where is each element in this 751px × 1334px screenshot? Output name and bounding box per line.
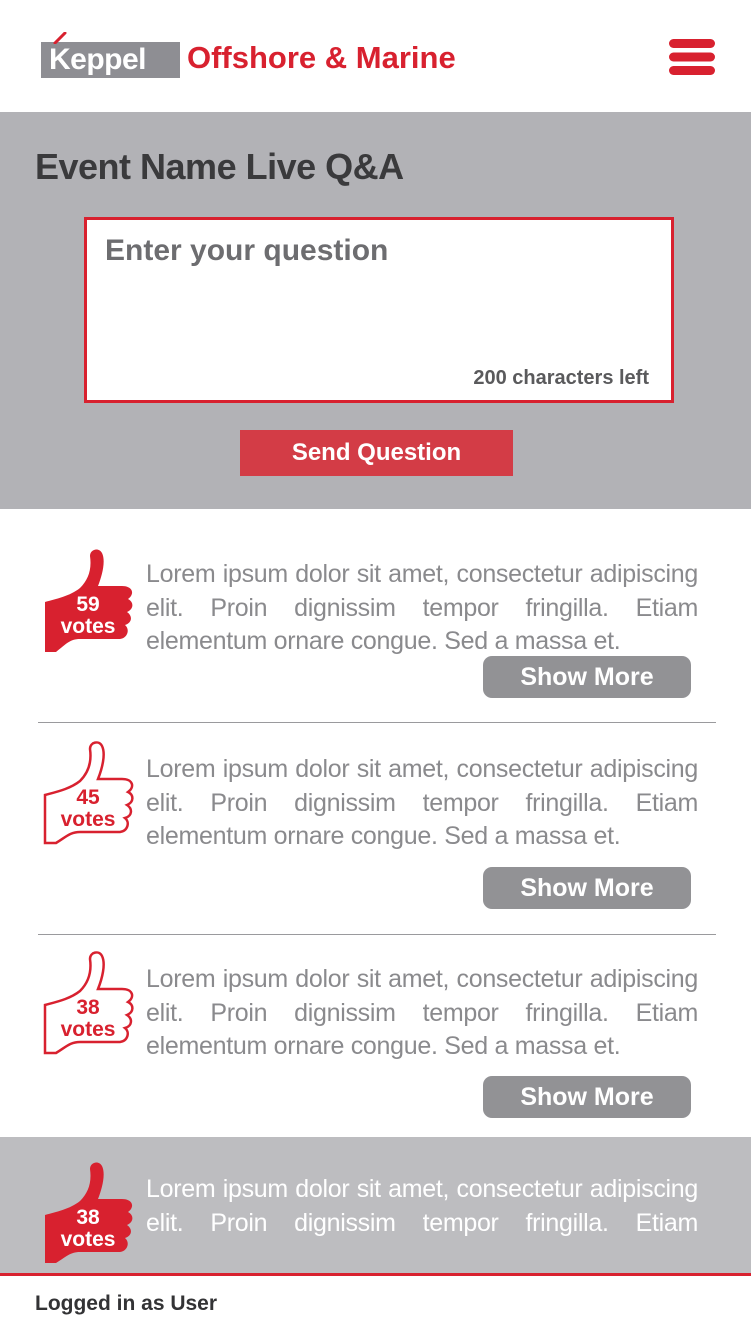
votes-label: votes xyxy=(60,1228,116,1251)
show-more-button[interactable]: Show More xyxy=(483,656,691,698)
footer-divider xyxy=(0,1273,751,1276)
vote-count: 59 xyxy=(76,593,100,616)
votes-label: votes xyxy=(60,1018,116,1041)
question-item-highlighted: 38 votes Lorem ipsum dolor sit amet, con… xyxy=(0,1137,751,1274)
character-counter: 200 characters left xyxy=(473,367,649,389)
logo-accent-icon xyxy=(53,32,67,44)
upvote-button[interactable]: 38 votes xyxy=(40,949,136,1055)
hamburger-menu-icon[interactable] xyxy=(668,38,716,76)
votes-label: votes xyxy=(60,615,116,638)
vote-count: 38 xyxy=(76,1206,100,1229)
question-form-panel: Event Name Live Q&A 200 characters left … xyxy=(0,112,751,509)
upvote-button[interactable]: 38 votes xyxy=(40,1159,136,1265)
app-header: Keppel Offshore & Marine xyxy=(0,0,751,112)
upvote-button[interactable]: 59 votes xyxy=(40,546,136,652)
vote-count: 45 xyxy=(76,786,100,809)
question-text: Lorem ipsum dolor sit amet, consectetur … xyxy=(146,560,698,655)
question-input-box: 200 characters left xyxy=(84,217,674,403)
show-more-button[interactable]: Show More xyxy=(483,867,691,909)
send-question-button[interactable]: Send Question xyxy=(240,430,513,476)
upvote-button[interactable]: 45 votes xyxy=(40,739,136,845)
keppel-logo: Keppel xyxy=(41,42,180,78)
login-status: Logged in as User xyxy=(35,1292,218,1315)
vote-count: 38 xyxy=(76,996,100,1019)
divider xyxy=(38,934,716,935)
question-input[interactable] xyxy=(105,234,655,344)
question-text: Lorem ipsum dolor sit amet, consectetur … xyxy=(146,965,698,1060)
question-text: Lorem ipsum dolor sit amet, consectetur … xyxy=(146,755,698,850)
logo-text: Keppel xyxy=(49,43,147,76)
brand-name: Offshore & Marine xyxy=(187,40,456,75)
page-title: Event Name Live Q&A xyxy=(35,146,404,187)
question-text: Lorem ipsum dolor sit amet, consectetur … xyxy=(146,1175,698,1237)
divider xyxy=(38,722,716,723)
show-more-button[interactable]: Show More xyxy=(483,1076,691,1118)
votes-label: votes xyxy=(60,808,116,831)
